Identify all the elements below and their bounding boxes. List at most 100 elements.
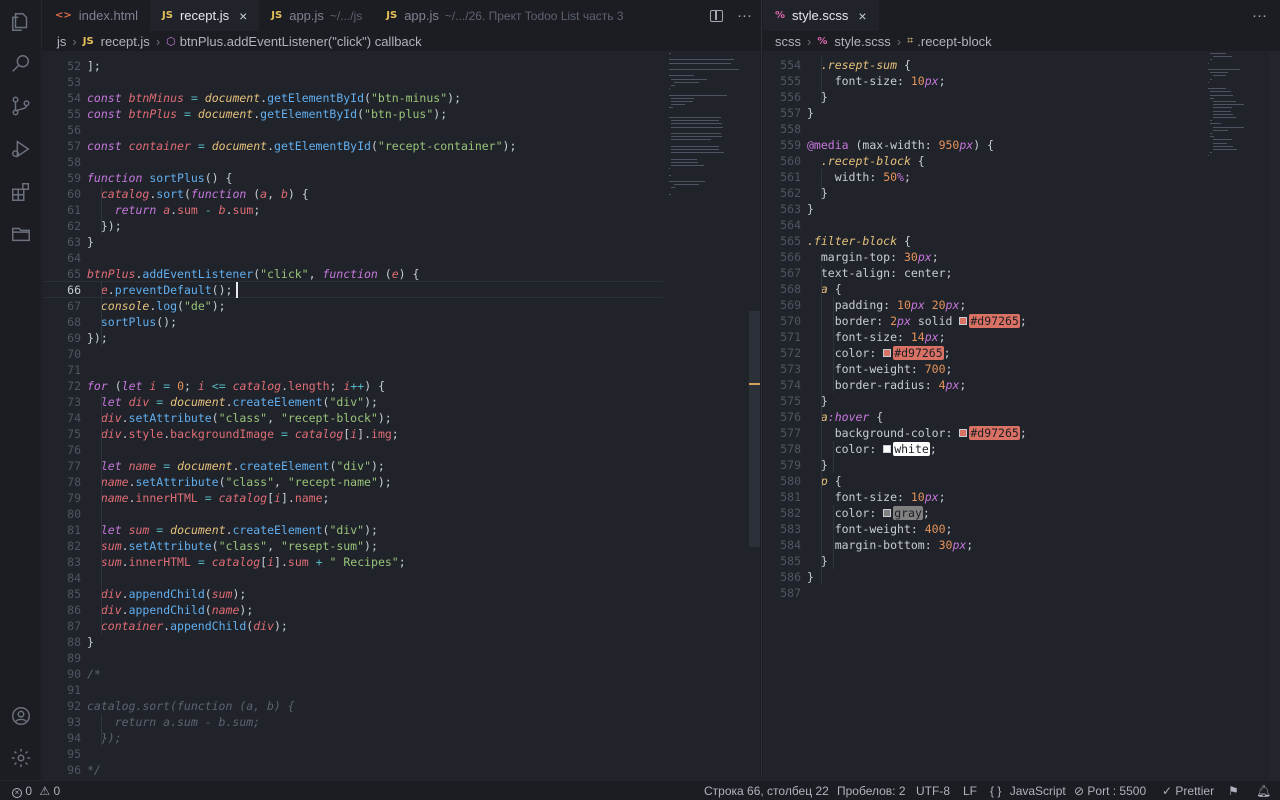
line-number[interactable]: 58	[43, 154, 81, 170]
code-text[interactable]: div.appendChild(sum);	[87, 586, 246, 602]
code-line[interactable]: 562 }	[763, 185, 1203, 201]
line-number[interactable]: 79	[43, 490, 81, 506]
code-text[interactable]: div.appendChild(name);	[87, 602, 253, 618]
line-number[interactable]: 571	[763, 329, 801, 345]
line-number[interactable]: 57	[43, 138, 81, 154]
code-text[interactable]: margin-bottom: 30px;	[807, 537, 974, 553]
code-text[interactable]: }	[807, 553, 828, 569]
code-line[interactable]: 69});	[43, 330, 663, 346]
code-text[interactable]: return a.sum - b.sum;	[87, 202, 261, 218]
code-line[interactable]: 574 border-radius: 4px;	[763, 377, 1203, 393]
line-number[interactable]: 81	[43, 522, 81, 538]
code-line[interactable]: 569 padding: 10px 20px;	[763, 297, 1203, 313]
code-text[interactable]: }	[807, 105, 814, 121]
breadcrumb-file[interactable]: style.scss	[834, 34, 890, 49]
code-line[interactable]: 572 color: #d97265;	[763, 345, 1203, 361]
code-text[interactable]: color: #d97265;	[807, 345, 951, 361]
code-text[interactable]: /*	[87, 666, 101, 682]
explorer-icon[interactable]	[9, 10, 33, 34]
code-text[interactable]: */	[87, 762, 101, 778]
code-text[interactable]: margin-top: 30px;	[807, 249, 939, 265]
code-text[interactable]: font-weight: 700;	[807, 361, 953, 377]
line-number[interactable]: 66	[43, 282, 81, 298]
code-line[interactable]: 566 margin-top: 30px;	[763, 249, 1203, 265]
code-text[interactable]: }	[807, 185, 828, 201]
code-line[interactable]: 585 }	[763, 553, 1203, 569]
line-number[interactable]: 80	[43, 506, 81, 522]
code-text[interactable]: }	[807, 569, 814, 585]
line-number[interactable]: 62	[43, 218, 81, 234]
code-line[interactable]: 587	[763, 585, 1203, 601]
code-text[interactable]: });	[87, 218, 122, 234]
line-number[interactable]: 570	[763, 313, 801, 329]
code-text[interactable]: font-size: 10px;	[807, 489, 946, 505]
code-text[interactable]: .filter-block {	[807, 233, 911, 249]
cursor-position[interactable]: Строка 66, столбец 22	[704, 781, 829, 800]
code-line[interactable]: 78 name.setAttribute("class", "recept-na…	[43, 474, 663, 490]
code-line[interactable]: 580 p {	[763, 473, 1203, 489]
code-line[interactable]: 67 console.log("de");	[43, 298, 663, 314]
encoding[interactable]: UTF-8	[916, 781, 950, 800]
editor-recept-js[interactable]: 52]; 53 54 const btnMinus = document.getEle…	[43, 51, 760, 780]
line-number[interactable]: 59	[43, 170, 81, 186]
line-number[interactable]: 573	[763, 361, 801, 377]
code-line[interactable]: 62 });	[43, 218, 663, 234]
code-line[interactable]: 86 div.appendChild(name);	[43, 602, 663, 618]
code-text[interactable]: .resept-sum {	[807, 57, 911, 73]
close-icon[interactable]: ×	[239, 8, 247, 24]
code-line[interactable]: 576 a:hover {	[763, 409, 1203, 425]
code-text[interactable]: background-color: #d97265;	[807, 425, 1027, 441]
line-number[interactable]: 578	[763, 441, 801, 457]
line-number[interactable]: 569	[763, 297, 801, 313]
code-text[interactable]: padding: 10px 20px;	[807, 297, 967, 313]
code-text[interactable]: p {	[807, 473, 842, 489]
line-number[interactable]: 558	[763, 121, 801, 137]
breadcrumb-symbol[interactable]: btnPlus.addEventListener("click") callba…	[180, 34, 422, 49]
line-number[interactable]: 68	[43, 314, 81, 330]
prettier-status[interactable]: ✓ Prettier	[1162, 781, 1214, 800]
breadcrumb-folder[interactable]: js	[57, 34, 66, 49]
code-line[interactable]: 56	[43, 122, 663, 138]
line-number[interactable]: 576	[763, 409, 801, 425]
line-number[interactable]: 90	[43, 666, 81, 682]
code-line[interactable]: 87 container.appendChild(div);	[43, 618, 663, 634]
end-of-line[interactable]: LF	[963, 781, 977, 800]
breadcrumb-folder[interactable]: scss	[775, 34, 801, 49]
line-number[interactable]: 568	[763, 281, 801, 297]
code-line[interactable]: 68 sortPlus();	[43, 314, 663, 330]
code-text[interactable]: }	[807, 457, 828, 473]
code-line[interactable]: 96 */	[43, 762, 663, 778]
line-number[interactable]: 64	[43, 250, 81, 266]
code-line[interactable]: 571 font-size: 14px;	[763, 329, 1203, 345]
code-line[interactable]: 95	[43, 746, 663, 762]
tab-app-js-todo[interactable]: JS app.js ~/.../26. Прект Todoo List час…	[374, 0, 635, 31]
code-line[interactable]: 579 }	[763, 457, 1203, 473]
code-text[interactable]: function sortPlus() {	[87, 170, 232, 186]
minimap[interactable]	[665, 51, 745, 780]
code-line[interactable]: 88}	[43, 634, 663, 650]
line-number[interactable]: 88	[43, 634, 81, 650]
source-control-icon[interactable]	[9, 94, 33, 118]
code-line[interactable]: 60 catalog.sort(function (a, b) {	[43, 186, 663, 202]
code-line[interactable]: 581 font-size: 10px;	[763, 489, 1203, 505]
code-line[interactable]: 584 margin-bottom: 30px;	[763, 537, 1203, 553]
code-line[interactable]: 577 background-color: #d97265;	[763, 425, 1203, 441]
code-line[interactable]: 54 const btnMinus = document.getElementBy…	[43, 90, 663, 106]
tab-style-scss[interactable]: % style.scss ×	[763, 0, 879, 31]
code-text[interactable]: const container = document.getElementByI…	[87, 138, 516, 154]
line-number[interactable]: 572	[763, 345, 801, 361]
code-text[interactable]: }	[807, 393, 828, 409]
code-line[interactable]: 74 div.setAttribute("class", "recept-blo…	[43, 410, 663, 426]
line-number[interactable]: 74	[43, 410, 81, 426]
code-line[interactable]: 84	[43, 570, 663, 586]
code-line[interactable]: 57 const container = document.getElementB…	[43, 138, 663, 154]
code-line[interactable]: 564	[763, 217, 1203, 233]
scrollbar-track[interactable]	[1269, 51, 1280, 780]
code-line[interactable]: 71	[43, 362, 663, 378]
line-number[interactable]: 54	[43, 90, 81, 106]
more-actions-icon[interactable]: ···	[1252, 7, 1267, 24]
editor-group-divider[interactable]	[761, 0, 762, 780]
code-text[interactable]: div.style.backgroundImage = catalog[i].i…	[87, 426, 399, 442]
code-line[interactable]: 80	[43, 506, 663, 522]
code-text[interactable]: const btnPlus = document.getElementById(…	[87, 106, 447, 122]
